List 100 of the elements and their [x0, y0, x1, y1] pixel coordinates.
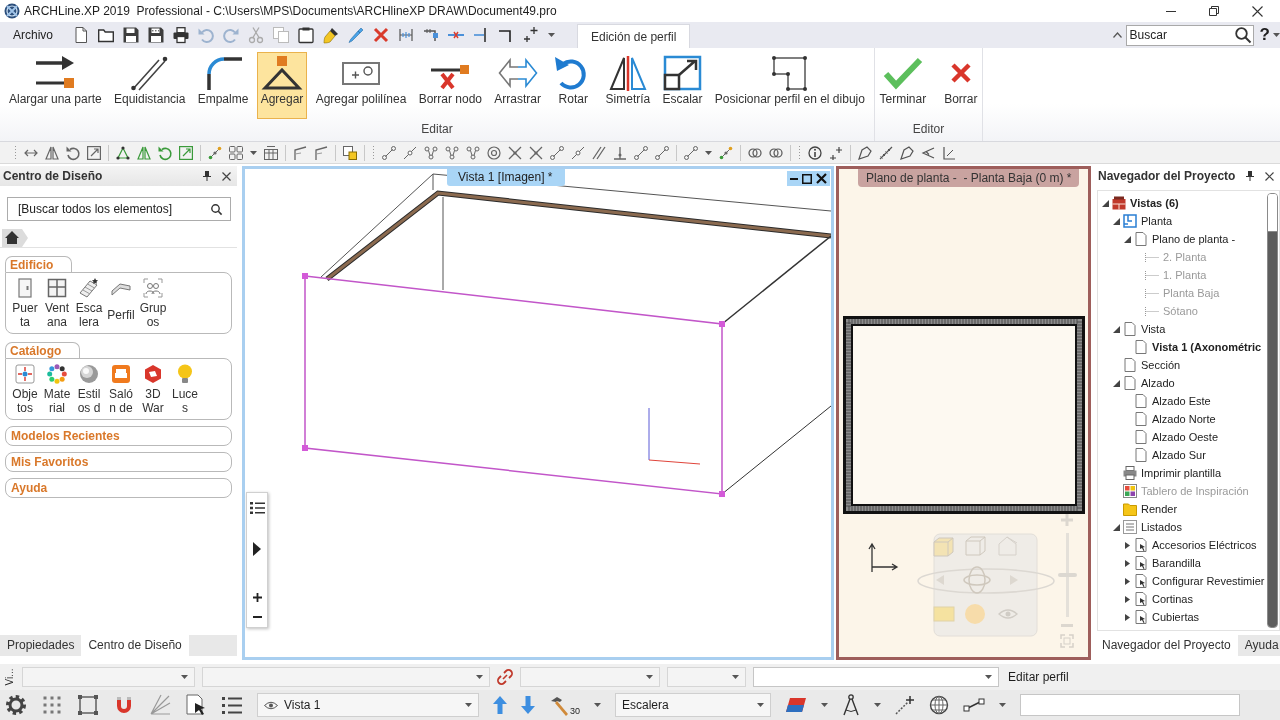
- tree-item[interactable]: Configurar Revestimier: [1152, 575, 1265, 587]
- close-icon[interactable]: [1252, 5, 1263, 17]
- info-icon[interactable]: [808, 145, 822, 160]
- element-dropdown[interactable]: Escalera: [615, 693, 771, 717]
- panel-tab[interactable]: Propiedades: [0, 635, 82, 656]
- axes-icon[interactable]: [942, 145, 956, 160]
- tree-item[interactable]: Alzado Sur: [1152, 449, 1206, 461]
- save-icon[interactable]: [123, 27, 139, 43]
- tree-item[interactable]: Render: [1141, 503, 1178, 515]
- expander-icon[interactable]: [1113, 325, 1120, 333]
- dimension-icon[interactable]: [398, 27, 414, 43]
- dimension-corner-icon[interactable]: [423, 27, 439, 43]
- close-icon[interactable]: [1265, 171, 1275, 181]
- node-cluster-icon[interactable]: [424, 145, 438, 160]
- cursor-page-icon[interactable]: [185, 694, 207, 716]
- arrow-up-icon[interactable]: [493, 696, 507, 714]
- pen-line-icon[interactable]: [858, 145, 872, 160]
- gear-icon[interactable]: [5, 694, 27, 716]
- node-line-icon[interactable]: [382, 145, 396, 160]
- eraser-icon[interactable]: [785, 697, 807, 713]
- caret-icon[interactable]: [821, 703, 828, 707]
- frame-icon[interactable]: [77, 694, 99, 716]
- arrow-down-icon[interactable]: [521, 696, 535, 714]
- dropdown-field[interactable]: [520, 667, 660, 687]
- rotate-icon[interactable]: [158, 145, 172, 160]
- play-icon[interactable]: [253, 542, 261, 556]
- node-line-icon[interactable]: [550, 145, 564, 160]
- zoom-in-icon[interactable]: [252, 593, 262, 602]
- tree-item[interactable]: Vistas (6): [1130, 197, 1179, 209]
- expander-icon[interactable]: [1124, 541, 1131, 549]
- mirror-icon[interactable]: [45, 145, 59, 160]
- expander-icon[interactable]: [1113, 523, 1120, 531]
- catalog-item[interactable]: Perfil: [105, 278, 137, 329]
- caret-icon[interactable]: [705, 150, 712, 155]
- slider-thumb[interactable]: [1057, 573, 1077, 577]
- panel-tab[interactable]: Navegador del Proyecto: [1095, 635, 1238, 656]
- ribbon-button[interactable]: Empalme: [193, 52, 253, 119]
- expander-icon[interactable]: [1113, 379, 1120, 387]
- catalog-item[interactable]: Estilos d: [73, 364, 105, 415]
- node-link-icon[interactable]: [963, 697, 985, 713]
- corner-line-icon[interactable]: [498, 27, 514, 43]
- tree-item[interactable]: Imprimir plantilla: [1141, 467, 1222, 479]
- node-cluster-icon[interactable]: [445, 145, 459, 160]
- close-icon[interactable]: [816, 173, 827, 184]
- ribbon-button[interactable]: Equidistancia: [110, 52, 190, 119]
- panel-tab[interactable]: Centro de Diseño: [81, 635, 189, 656]
- tree-item[interactable]: Listados: [1141, 521, 1182, 533]
- collapse-ribbon-icon[interactable]: [1112, 32, 1122, 38]
- tree-item[interactable]: Vista: [1141, 323, 1166, 335]
- tree-item[interactable]: Alzado Norte: [1152, 413, 1216, 425]
- compass-icon[interactable]: [842, 694, 860, 716]
- mirror-icon[interactable]: [137, 145, 151, 160]
- parallel-icon[interactable]: [592, 145, 606, 160]
- ribbon-tab[interactable]: Edición de perfil: [577, 24, 691, 48]
- catalog-item[interactable]: Puerta: [9, 278, 41, 329]
- minimize-icon[interactable]: [790, 177, 798, 180]
- ribbon-button[interactable]: Simetría: [601, 52, 655, 119]
- tree-item[interactable]: Alzado Oeste: [1152, 431, 1219, 443]
- open-folder-icon[interactable]: [98, 27, 114, 43]
- caret-icon[interactable]: [1273, 33, 1280, 37]
- maximize-icon[interactable]: [802, 173, 812, 184]
- expander-icon[interactable]: [1124, 595, 1131, 603]
- scale-icon[interactable]: [179, 145, 193, 160]
- pin-icon[interactable]: [1246, 171, 1255, 181]
- eyedropper-icon[interactable]: [348, 27, 364, 43]
- globe-icon[interactable]: [929, 695, 949, 715]
- tree-item[interactable]: Planta: [1141, 215, 1173, 227]
- cross-icon[interactable]: [373, 27, 389, 43]
- back-angle-icon[interactable]: [921, 145, 935, 160]
- minimize-icon[interactable]: [1166, 10, 1176, 12]
- tree-item[interactable]: Alzado: [1141, 377, 1175, 389]
- print-icon[interactable]: [173, 27, 189, 43]
- expander-icon[interactable]: [1102, 199, 1109, 207]
- node-cluster-icon[interactable]: [466, 145, 480, 160]
- tree-item[interactable]: Barandilla: [1152, 557, 1201, 569]
- search-field[interactable]: [Buscar todos los elementos]: [7, 197, 231, 221]
- input-field[interactable]: [1020, 694, 1240, 716]
- dropdown-field[interactable]: [753, 667, 999, 687]
- brush-icon[interactable]: [323, 27, 339, 43]
- catalog-item[interactable]: 3D War: [137, 364, 169, 415]
- ribbon-button[interactable]: Posicionar perfil en el dibujo: [710, 52, 869, 119]
- expander-icon[interactable]: [1113, 217, 1120, 225]
- catalog-item[interactable]: Ventana: [41, 278, 73, 329]
- ribbon-button[interactable]: Rotar: [549, 52, 598, 119]
- loop-icon[interactable]: [748, 145, 762, 160]
- ribbon-button[interactable]: Agregar: [256, 52, 308, 119]
- caret-icon[interactable]: [548, 33, 555, 37]
- add-nodes-icon[interactable]: [523, 27, 539, 43]
- tree-item[interactable]: Cortinas: [1152, 593, 1193, 605]
- tree-item[interactable]: Sección: [1141, 359, 1181, 371]
- grid-icon[interactable]: [229, 145, 243, 160]
- expander-icon[interactable]: [1124, 577, 1131, 585]
- catalog-item[interactable]: Salón de: [105, 364, 137, 415]
- dot-grid-icon[interactable]: [41, 694, 63, 716]
- intersection-icon[interactable]: [508, 145, 522, 160]
- ribbon-button[interactable]: Agregar polilínea: [311, 52, 411, 119]
- view-tab[interactable]: Vista 1 [Imagen] *: [447, 169, 565, 186]
- node-join-icon[interactable]: [208, 145, 222, 160]
- node-line-icon[interactable]: [684, 145, 698, 160]
- list-icon[interactable]: [221, 694, 243, 716]
